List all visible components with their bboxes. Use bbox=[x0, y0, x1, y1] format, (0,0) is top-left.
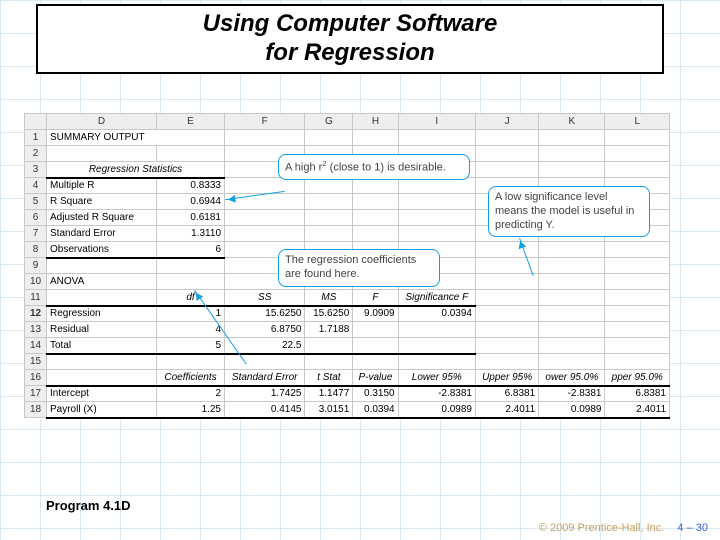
page-number: 4 – 30 bbox=[677, 522, 708, 534]
col-H: H bbox=[353, 114, 398, 130]
row-15: 15 bbox=[25, 354, 670, 370]
r-square-value: 0.6944 bbox=[157, 194, 225, 210]
callout-significance: A low significance level means the model… bbox=[488, 186, 650, 237]
payroll-label: Payroll (X) bbox=[47, 402, 157, 418]
title-box: Using Computer Software for Regression bbox=[36, 4, 664, 74]
adj-r-square-value: 0.6181 bbox=[157, 210, 225, 226]
callout-coefficients: The regression coefficients are found he… bbox=[278, 249, 440, 287]
coef-hdr-upper950: pper 95.0% bbox=[605, 370, 670, 386]
row-12: 12 Regression 1 15.6250 15.6250 9.0909 0… bbox=[25, 306, 670, 322]
coef-hdr-lower95: Lower 95% bbox=[398, 370, 475, 386]
std-error-label: Standard Error bbox=[47, 226, 157, 242]
coef-hdr-coefficients: Coefficients bbox=[157, 370, 225, 386]
anova-f: F bbox=[353, 290, 398, 306]
residual-row-label: Residual bbox=[47, 322, 157, 338]
page-title: Using Computer Software for Regression bbox=[203, 10, 498, 68]
footer: © 2009 Prentice-Hall, Inc. 4 – 30 bbox=[539, 522, 708, 534]
total-row-label: Total bbox=[47, 338, 157, 354]
coef-hdr-stderr: Standard Error bbox=[225, 370, 305, 386]
anova-sigf: Significance F bbox=[398, 290, 475, 306]
col-L: L bbox=[605, 114, 670, 130]
observations-value: 6 bbox=[157, 242, 225, 258]
col-I: I bbox=[398, 114, 475, 130]
col-header-row: D E F G H I J K L bbox=[25, 114, 670, 130]
adj-r-square-label: Adjusted R Square bbox=[47, 210, 157, 226]
row-11: 11 df SS MS F Significance F bbox=[25, 290, 670, 306]
col-G: G bbox=[305, 114, 353, 130]
regression-row-label: Regression bbox=[47, 306, 157, 322]
row-16: 16 Coefficients Standard Error t Stat P-… bbox=[25, 370, 670, 386]
summary-output-label: SUMMARY OUTPUT bbox=[47, 130, 225, 146]
coef-hdr-pvalue: P-value bbox=[353, 370, 398, 386]
coef-hdr-lower950: ower 95.0% bbox=[539, 370, 605, 386]
regression-stats-heading: Regression Statistics bbox=[47, 162, 225, 178]
col-D: D bbox=[47, 114, 157, 130]
copyright-text: © 2009 Prentice-Hall, Inc. bbox=[539, 522, 665, 534]
row-14: 14 Total 5 22.5 bbox=[25, 338, 670, 354]
row-1: 1 SUMMARY OUTPUT bbox=[25, 130, 670, 146]
row-18: 18 Payroll (X) 1.25 0.4145 3.0151 0.0394… bbox=[25, 402, 670, 418]
corner-cell bbox=[25, 114, 47, 130]
col-J: J bbox=[475, 114, 538, 130]
col-E: E bbox=[157, 114, 225, 130]
col-K: K bbox=[539, 114, 605, 130]
col-F: F bbox=[225, 114, 305, 130]
observations-label: Observations bbox=[47, 242, 157, 258]
coef-hdr-upper95: Upper 95% bbox=[475, 370, 538, 386]
row-17: 17 Intercept 2 1.7425 1.1477 0.3150 -2.8… bbox=[25, 386, 670, 402]
anova-heading: ANOVA bbox=[47, 274, 157, 290]
anova-ss: SS bbox=[225, 290, 305, 306]
multiple-r-value: 0.8333 bbox=[157, 178, 225, 194]
callout-r2: A high r2 (close to 1) is desirable. bbox=[278, 154, 470, 180]
multiple-r-label: Multiple R bbox=[47, 178, 157, 194]
program-caption: Program 4.1D bbox=[46, 498, 131, 513]
r-square-label: R Square bbox=[47, 194, 157, 210]
coef-hdr-tstat: t Stat bbox=[305, 370, 353, 386]
std-error-value: 1.3110 bbox=[157, 226, 225, 242]
anova-ms: MS bbox=[305, 290, 353, 306]
intercept-label: Intercept bbox=[47, 386, 157, 402]
row-13: 13 Residual 4 6.8750 1.7188 bbox=[25, 322, 670, 338]
